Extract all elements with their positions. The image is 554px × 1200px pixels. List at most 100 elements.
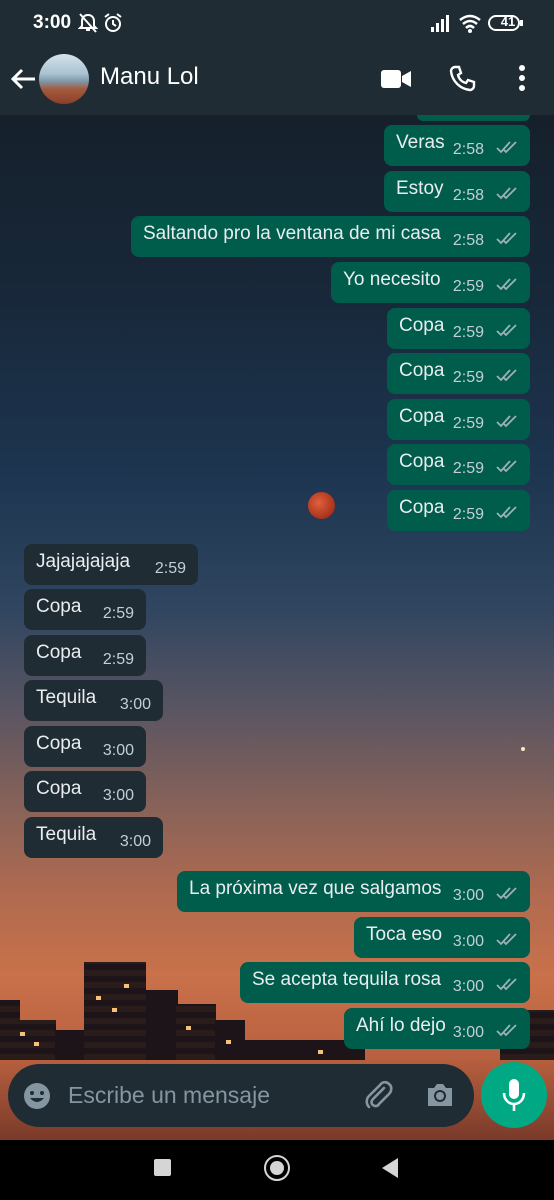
- message-time: 3:00: [102, 742, 134, 759]
- message-time: 3:00: [452, 887, 484, 904]
- message-time: 3:00: [452, 1024, 484, 1041]
- message-bubble-outgoing[interactable]: Copa 2:59: [387, 353, 530, 394]
- message-time: 2:59: [452, 278, 484, 295]
- message-time: 2:59: [452, 506, 484, 523]
- message-bubble-incoming[interactable]: Tequila 3:00: [24, 817, 163, 858]
- read-ticks-icon: [496, 506, 517, 519]
- message-text: Copa: [399, 315, 445, 336]
- read-ticks-icon: [496, 887, 517, 900]
- message-time: 3:00: [452, 933, 484, 950]
- back-arrow-icon[interactable]: [9, 65, 37, 93]
- message-time: 3:00: [102, 787, 134, 804]
- video-call-icon[interactable]: [380, 68, 412, 90]
- wallpaper-star: [521, 747, 525, 751]
- message-time: 2:59: [154, 560, 186, 577]
- message-bubble-incoming[interactable]: Copa 2:59: [24, 589, 146, 630]
- message-text: Toca eso: [366, 924, 443, 945]
- message-time: 2:59: [452, 369, 484, 386]
- attach-icon[interactable]: [362, 1079, 394, 1111]
- message-time: 2:59: [452, 324, 484, 341]
- nav-home-icon[interactable]: [264, 1155, 290, 1181]
- signal-icon: [431, 15, 449, 32]
- read-ticks-icon: [496, 187, 517, 200]
- message-text: Veras: [396, 132, 445, 153]
- message-bubble-outgoing[interactable]: Veras 2:58: [384, 125, 530, 166]
- message-text: Yo necesito: [343, 269, 441, 290]
- nav-recents-icon[interactable]: [154, 1159, 171, 1176]
- battery-level: 41: [500, 14, 516, 29]
- message-input-bar[interactable]: Escribe un mensaje: [8, 1064, 474, 1127]
- message-text: La próxima vez que salgamos: [189, 878, 442, 899]
- message-time: 3:00: [119, 696, 151, 713]
- message-bubble-outgoing[interactable]: Copa 2:59: [387, 308, 530, 349]
- message-bubble-outgoing[interactable]: Copa 2:59: [387, 444, 530, 485]
- message-text: Saltando pro la ventana de mi casa: [143, 223, 441, 244]
- read-ticks-icon: [496, 1024, 517, 1037]
- message-bubble-outgoing[interactable]: Toca eso 3:00: [354, 917, 530, 958]
- message-time: 2:58: [452, 141, 484, 158]
- message-bubble-incoming[interactable]: Copa 3:00: [24, 726, 146, 767]
- message-bubble-outgoing[interactable]: Copa 2:59: [387, 490, 530, 531]
- chat-header: Manu Lol: [0, 46, 554, 115]
- message-bubble-incoming[interactable]: Jajajajajaja 2:59: [24, 544, 198, 585]
- message-input[interactable]: Escribe un mensaje: [68, 1082, 270, 1109]
- message-text: Tequila: [36, 824, 97, 845]
- message-time: 2:59: [102, 605, 134, 622]
- read-ticks-icon: [496, 278, 517, 291]
- message-bubble-outgoing[interactable]: La próxima vez que salgamos 3:00: [177, 871, 530, 912]
- voice-call-icon[interactable]: [449, 64, 477, 92]
- message-time: 3:00: [452, 978, 484, 995]
- wallpaper-moon: [308, 492, 335, 519]
- message-time: 2:58: [452, 232, 484, 249]
- message-time: 2:59: [452, 460, 484, 477]
- message-bubble-outgoing[interactable]: Se acepta tequila rosa 3:00: [240, 962, 530, 1003]
- read-ticks-icon: [496, 415, 517, 428]
- partial-message-bubble: [417, 115, 530, 121]
- mic-button[interactable]: [481, 1062, 547, 1128]
- emoji-icon[interactable]: [22, 1081, 52, 1111]
- read-ticks-icon: [496, 369, 517, 382]
- message-text: Ahí lo dejo: [356, 1015, 446, 1036]
- message-text: Tequila: [36, 687, 97, 708]
- message-bubble-outgoing[interactable]: Estoy 2:58: [384, 171, 530, 212]
- avatar[interactable]: [39, 54, 89, 104]
- read-ticks-icon: [496, 324, 517, 337]
- message-time: 3:00: [119, 833, 151, 850]
- message-bubble-incoming[interactable]: Tequila 3:00: [24, 680, 163, 721]
- read-ticks-icon: [496, 933, 517, 946]
- mic-icon: [502, 1079, 526, 1111]
- message-time: 2:59: [452, 415, 484, 432]
- read-ticks-icon: [496, 460, 517, 473]
- status-time: 3:00: [33, 12, 72, 33]
- notifications-off-icon: [78, 13, 98, 33]
- message-text: Copa: [399, 497, 445, 518]
- more-options-icon[interactable]: [514, 64, 530, 92]
- nav-back-icon[interactable]: [380, 1157, 400, 1179]
- message-text: Estoy: [396, 178, 444, 199]
- wifi-icon: [459, 14, 481, 33]
- message-text: Se acepta tequila rosa: [252, 969, 442, 990]
- message-time: 2:59: [102, 651, 134, 668]
- system-navigation-bar: [0, 1140, 554, 1200]
- message-text: Copa: [36, 596, 82, 617]
- message-text: Copa: [36, 778, 82, 799]
- message-time: 2:58: [452, 187, 484, 204]
- camera-icon[interactable]: [425, 1081, 455, 1109]
- message-bubble-outgoing[interactable]: Ahí lo dejo 3:00: [344, 1008, 530, 1049]
- message-bubble-outgoing[interactable]: Saltando pro la ventana de mi casa 2:58: [131, 216, 530, 257]
- message-bubble-outgoing[interactable]: Copa 2:59: [387, 399, 530, 440]
- message-text: Copa: [36, 642, 82, 663]
- alarm-icon: [104, 13, 122, 32]
- message-bubble-incoming[interactable]: Copa 2:59: [24, 635, 146, 676]
- read-ticks-icon: [496, 232, 517, 245]
- message-bubble-outgoing[interactable]: Yo necesito 2:59: [331, 262, 530, 303]
- message-text: Copa: [399, 360, 445, 381]
- message-text: Copa: [399, 451, 445, 472]
- status-bar: 3:00 41: [0, 0, 554, 46]
- message-bubble-incoming[interactable]: Copa 3:00: [24, 771, 146, 812]
- contact-name[interactable]: Manu Lol: [100, 63, 199, 91]
- message-text: Jajajajajaja: [36, 551, 131, 572]
- read-ticks-icon: [496, 978, 517, 991]
- read-ticks-icon: [496, 141, 517, 154]
- message-text: Copa: [399, 406, 445, 427]
